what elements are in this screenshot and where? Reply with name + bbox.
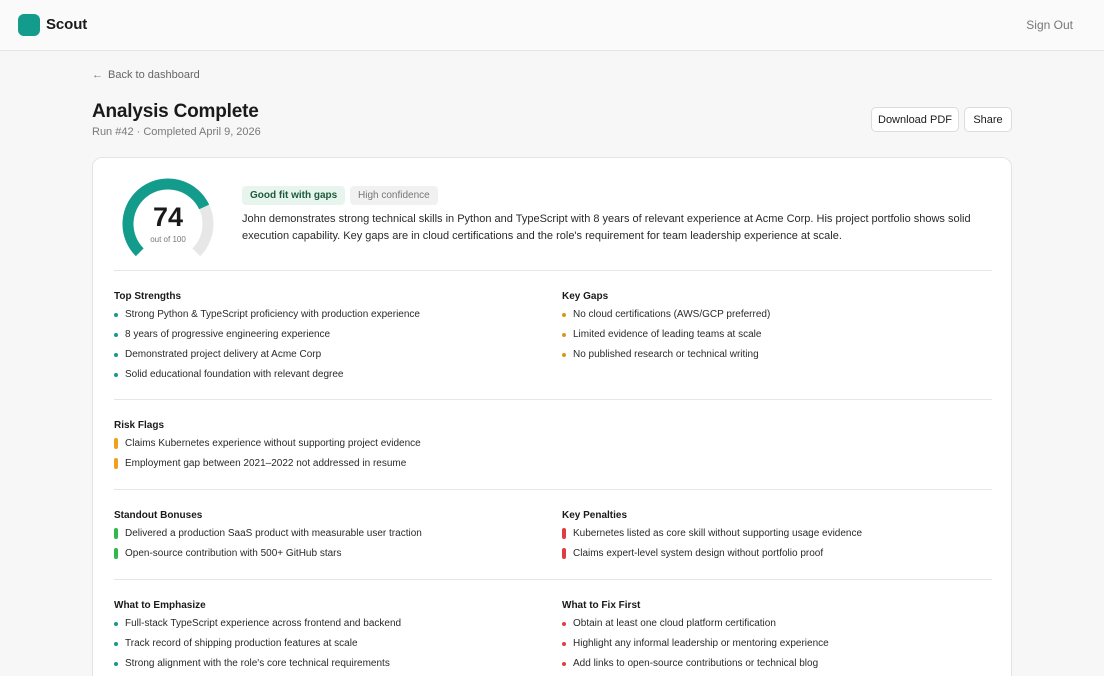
bonus-item: Open-source contribution with 500+ GitHu…: [114, 548, 342, 559]
bullet-dot-icon: [562, 641, 566, 646]
penalty-item: Claims expert-level system design withou…: [562, 548, 823, 559]
risk-item: Claims Kubernetes experience without sup…: [114, 438, 421, 449]
logo-icon[interactable]: [18, 14, 40, 36]
gap-item: No published research or technical writi…: [562, 349, 759, 360]
divider: [114, 489, 992, 490]
strength-text: 8 years of progressive engineering exper…: [125, 329, 331, 340]
divider: [114, 579, 992, 580]
fix-item: Add links to open-source contributions o…: [562, 658, 818, 669]
bonuses-title: Standout Bonuses: [114, 510, 203, 521]
gap-text: Limited evidence of leading teams at sca…: [573, 329, 762, 340]
divider: [114, 270, 992, 271]
strength-text: Strong Python & TypeScript proficiency w…: [125, 309, 420, 320]
gap-text: No cloud certifications (AWS/GCP preferr…: [573, 309, 771, 320]
page-title: Analysis Complete: [92, 101, 259, 122]
emphasize-item: Strong alignment with the role's core te…: [114, 658, 390, 669]
fix-text: Highlight any informal leadership or men…: [573, 638, 829, 649]
strength-text: Demonstrated project delivery at Acme Co…: [125, 349, 322, 360]
risk-text: Employment gap between 2021–2022 not add…: [125, 458, 407, 469]
bullet-dot-icon: [114, 641, 118, 646]
page-subtitle: Run #42 · Completed April 9, 2026: [92, 126, 261, 138]
emphasize-text: Strong alignment with the role's core te…: [125, 658, 390, 669]
fix-text: Obtain at least one cloud platform certi…: [573, 618, 776, 629]
bullet-dot-icon: [562, 621, 566, 626]
strengths-title: Top Strengths: [114, 291, 182, 302]
back-label: Back to dashboard: [108, 69, 200, 81]
risk-flags-title: Risk Flags: [114, 420, 165, 431]
bonus-text: Delivered a production SaaS product with…: [125, 528, 422, 539]
emphasize-item: Track record of shipping production feat…: [114, 638, 358, 649]
bullet-dot-icon: [562, 661, 566, 666]
score-out-of: out of 100: [150, 235, 186, 244]
risk-text: Claims Kubernetes experience without sup…: [125, 438, 421, 449]
penalty-bar-icon: [562, 548, 566, 559]
gap-text: No published research or technical writi…: [573, 349, 759, 360]
brand-name[interactable]: Scout: [46, 16, 87, 33]
bonus-text: Open-source contribution with 500+ GitHu…: [125, 548, 342, 559]
penalty-text: Kubernetes listed as core skill without …: [573, 528, 863, 539]
risk-item: Employment gap between 2021–2022 not add…: [114, 458, 406, 469]
bullet-dot-icon: [114, 352, 118, 357]
emphasize-item: Full-stack TypeScript experience across …: [114, 618, 401, 629]
bullet-dot-icon: [114, 621, 118, 626]
analysis-card: 74 out of 100 Good fit with gaps High co…: [92, 157, 1012, 676]
penalty-item: Kubernetes listed as core skill without …: [562, 528, 862, 539]
flag-bar-icon: [114, 458, 118, 469]
emphasize-text: Track record of shipping production feat…: [125, 638, 358, 649]
back-to-dashboard-link[interactable]: ← Back to dashboard: [92, 69, 200, 81]
fix-item: Obtain at least one cloud platform certi…: [562, 618, 776, 629]
gaps-title: Key Gaps: [562, 291, 609, 302]
divider: [114, 399, 992, 400]
bullet-dot-icon: [562, 352, 566, 357]
bonus-bar-icon: [114, 528, 118, 539]
bullet-dot-icon: [114, 332, 118, 337]
bullet-dot-icon: [562, 312, 566, 317]
summary-text: John demonstrates strong technical skill…: [242, 213, 971, 242]
penalty-text: Claims expert-level system design withou…: [573, 548, 824, 559]
arrow-left-icon: ←: [92, 69, 103, 81]
sign-out-link[interactable]: Sign Out: [1026, 18, 1073, 32]
score-value: 74: [152, 202, 184, 232]
fix-text: Add links to open-source contributions o…: [573, 658, 819, 669]
strength-item: Strong Python & TypeScript proficiency w…: [114, 309, 420, 320]
download-pdf-button[interactable]: Download PDF: [871, 107, 959, 132]
emphasize-text: Full-stack TypeScript experience across …: [125, 618, 402, 629]
strength-item: Solid educational foundation with releva…: [114, 369, 344, 380]
bonus-item: Delivered a production SaaS product with…: [114, 528, 422, 539]
penalty-bar-icon: [562, 528, 566, 539]
flag-bar-icon: [114, 438, 118, 449]
bonus-bar-icon: [114, 548, 118, 559]
emphasize-title: What to Emphasize: [114, 600, 206, 611]
penalties-title: Key Penalties: [562, 510, 628, 521]
gap-item: Limited evidence of leading teams at sca…: [562, 329, 761, 340]
bullet-dot-icon: [114, 661, 118, 666]
strength-item: Demonstrated project delivery at Acme Co…: [114, 349, 321, 360]
share-button[interactable]: Share: [964, 107, 1012, 132]
strength-text: Solid educational foundation with releva…: [125, 369, 344, 380]
top-bar: Scout Sign Out: [0, 0, 1104, 51]
strength-item: 8 years of progressive engineering exper…: [114, 329, 330, 340]
fix-first-title: What to Fix First: [562, 600, 641, 611]
confidence-badge: High confidence: [350, 186, 438, 205]
bullet-dot-icon: [114, 372, 118, 377]
gap-item: No cloud certifications (AWS/GCP preferr…: [562, 309, 770, 320]
bullet-dot-icon: [562, 332, 566, 337]
fix-item: Highlight any informal leadership or men…: [562, 638, 829, 649]
bullet-dot-icon: [114, 312, 118, 317]
fit-badge: Good fit with gaps: [242, 186, 346, 205]
